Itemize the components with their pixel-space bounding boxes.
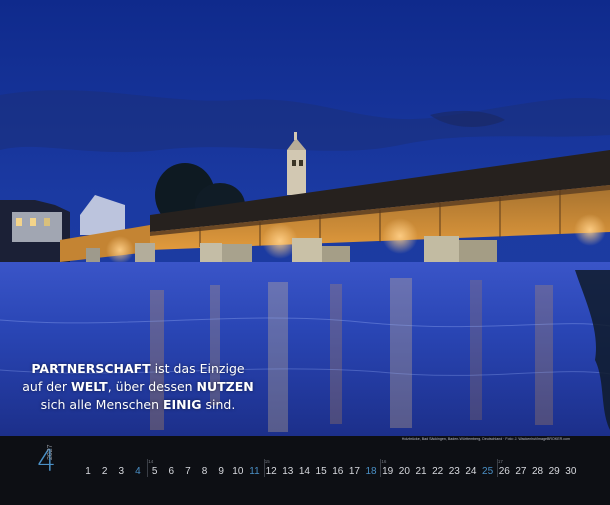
year-label: 2027	[47, 444, 54, 460]
quote-keyword: EINIG	[162, 397, 202, 412]
calendar-day: 12	[265, 466, 277, 477]
quote-text: sind.	[201, 397, 236, 412]
calendar-day: 3	[118, 466, 125, 477]
calendar-day: 5	[151, 466, 158, 477]
calendar-day: 13	[282, 466, 294, 477]
calendar-day: 27	[515, 466, 527, 477]
calendar-day: 29	[548, 466, 560, 477]
calendar-quote: PARTNERSCHAFT ist das Einzige auf der WE…	[14, 360, 262, 414]
quote-line-1: PARTNERSCHAFT ist das Einzige	[14, 360, 262, 378]
calendar-day: 14	[298, 466, 310, 477]
quote-keyword: PARTNERSCHAFT	[31, 361, 151, 376]
week-number: 15	[264, 459, 270, 464]
calendar-page: PARTNERSCHAFT ist das Einzige auf der WE…	[0, 0, 610, 505]
calendar-day: 10	[232, 466, 244, 477]
quote-text: ist das Einzige	[150, 361, 245, 376]
calendar-day: 23	[448, 466, 460, 477]
calendar-day-sunday: 11	[249, 466, 260, 477]
calendar-day: 21	[415, 466, 427, 477]
calendar-day: 16	[332, 466, 344, 477]
quote-text: , über dessen	[107, 379, 197, 394]
calendar-day: 20	[398, 466, 410, 477]
quote-keyword: NUTZEN	[196, 379, 254, 394]
calendar-day: 9	[218, 466, 224, 477]
quote-line-2: auf der WELT, über dessen NUTZEN	[14, 378, 262, 396]
week-number: 17	[497, 459, 503, 464]
calendar-day: 1	[85, 466, 91, 477]
calendar-day: 15	[315, 466, 327, 477]
calendar-day: 24	[465, 466, 477, 477]
calendar-day: 28	[531, 466, 544, 477]
quote-line-3: sich alle Menschen EINIG sind.	[14, 396, 262, 414]
quote-text: auf der	[22, 379, 71, 394]
calendar-day: 6	[168, 466, 175, 477]
calendar-day-sunday: 4	[135, 466, 141, 477]
week-number: 16	[381, 459, 387, 464]
calendar-day: 26	[498, 466, 510, 477]
quote-text: sich alle Menschen	[40, 397, 163, 412]
week-number: 14	[148, 459, 154, 464]
calendar-day: 7	[185, 466, 191, 477]
calendar-day: 17	[348, 466, 360, 477]
photo-caption: Holzbrücke, Bad Säckingen, Baden-Württem…	[401, 437, 570, 441]
calendar-day-sunday: 18	[365, 466, 377, 477]
calendar-day: 19	[382, 466, 394, 477]
calendar-day-sunday: 25	[482, 466, 494, 477]
calendar-day: 8	[201, 466, 208, 477]
quote-keyword: WELT	[70, 379, 108, 394]
calendar-day: 2	[101, 466, 108, 477]
calendar-day: 22	[432, 466, 444, 477]
calendar-day: 30	[565, 466, 577, 477]
